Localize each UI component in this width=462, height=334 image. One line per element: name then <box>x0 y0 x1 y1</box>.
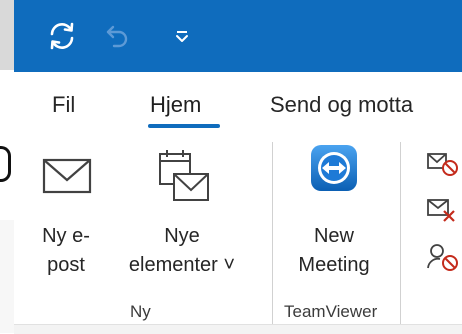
tab-file[interactable]: Fil <box>52 92 75 118</box>
new-items-label-2: elementer ˅ <box>128 254 236 276</box>
ribbon: Ny e- post Nye elementer ˅ Ny New Meetin… <box>14 134 462 334</box>
active-tab-indicator <box>148 124 220 128</box>
group-separator-2 <box>400 142 401 326</box>
new-items-icon <box>156 148 212 217</box>
new-meeting-button[interactable]: New Meeting <box>282 145 386 280</box>
teamviewer-icon <box>308 142 360 203</box>
group-label-new: Ny <box>130 302 151 321</box>
block-sender-icon[interactable] <box>426 242 458 271</box>
tab-send-receive[interactable]: Send og motta <box>270 92 413 118</box>
delete-mail-icon[interactable] <box>426 196 455 222</box>
new-items-label-1: Nye <box>164 225 200 247</box>
edge-panel <box>0 220 14 333</box>
chevron-down-icon <box>172 26 192 51</box>
sync-button[interactable] <box>42 18 82 58</box>
new-email-label-1: Ny e- <box>42 225 90 247</box>
mail-icon <box>42 156 92 205</box>
group-label-teamviewer: TeamViewer <box>284 302 378 321</box>
new-meeting-label-1: New <box>313 225 354 247</box>
edge-mark <box>0 146 11 182</box>
new-meeting-label-2: Meeting <box>298 254 370 276</box>
sync-icon <box>45 19 79 58</box>
undo-button[interactable] <box>98 18 138 58</box>
edge-block <box>0 0 14 70</box>
customize-toolbar-button[interactable] <box>162 18 202 58</box>
new-email-label-2: post <box>47 254 85 276</box>
undo-icon <box>103 19 133 58</box>
background-window-edge <box>0 0 14 333</box>
new-items-button[interactable]: Nye elementer ˅ <box>112 150 252 280</box>
ignore-icon[interactable] <box>426 150 458 176</box>
tab-home[interactable]: Hjem <box>150 92 201 118</box>
title-bar <box>14 0 462 72</box>
group-separator <box>272 142 273 326</box>
new-email-button[interactable]: Ny e- post <box>28 150 104 280</box>
ribbon-tabs: Fil Hjem Send og motta <box>14 72 462 134</box>
